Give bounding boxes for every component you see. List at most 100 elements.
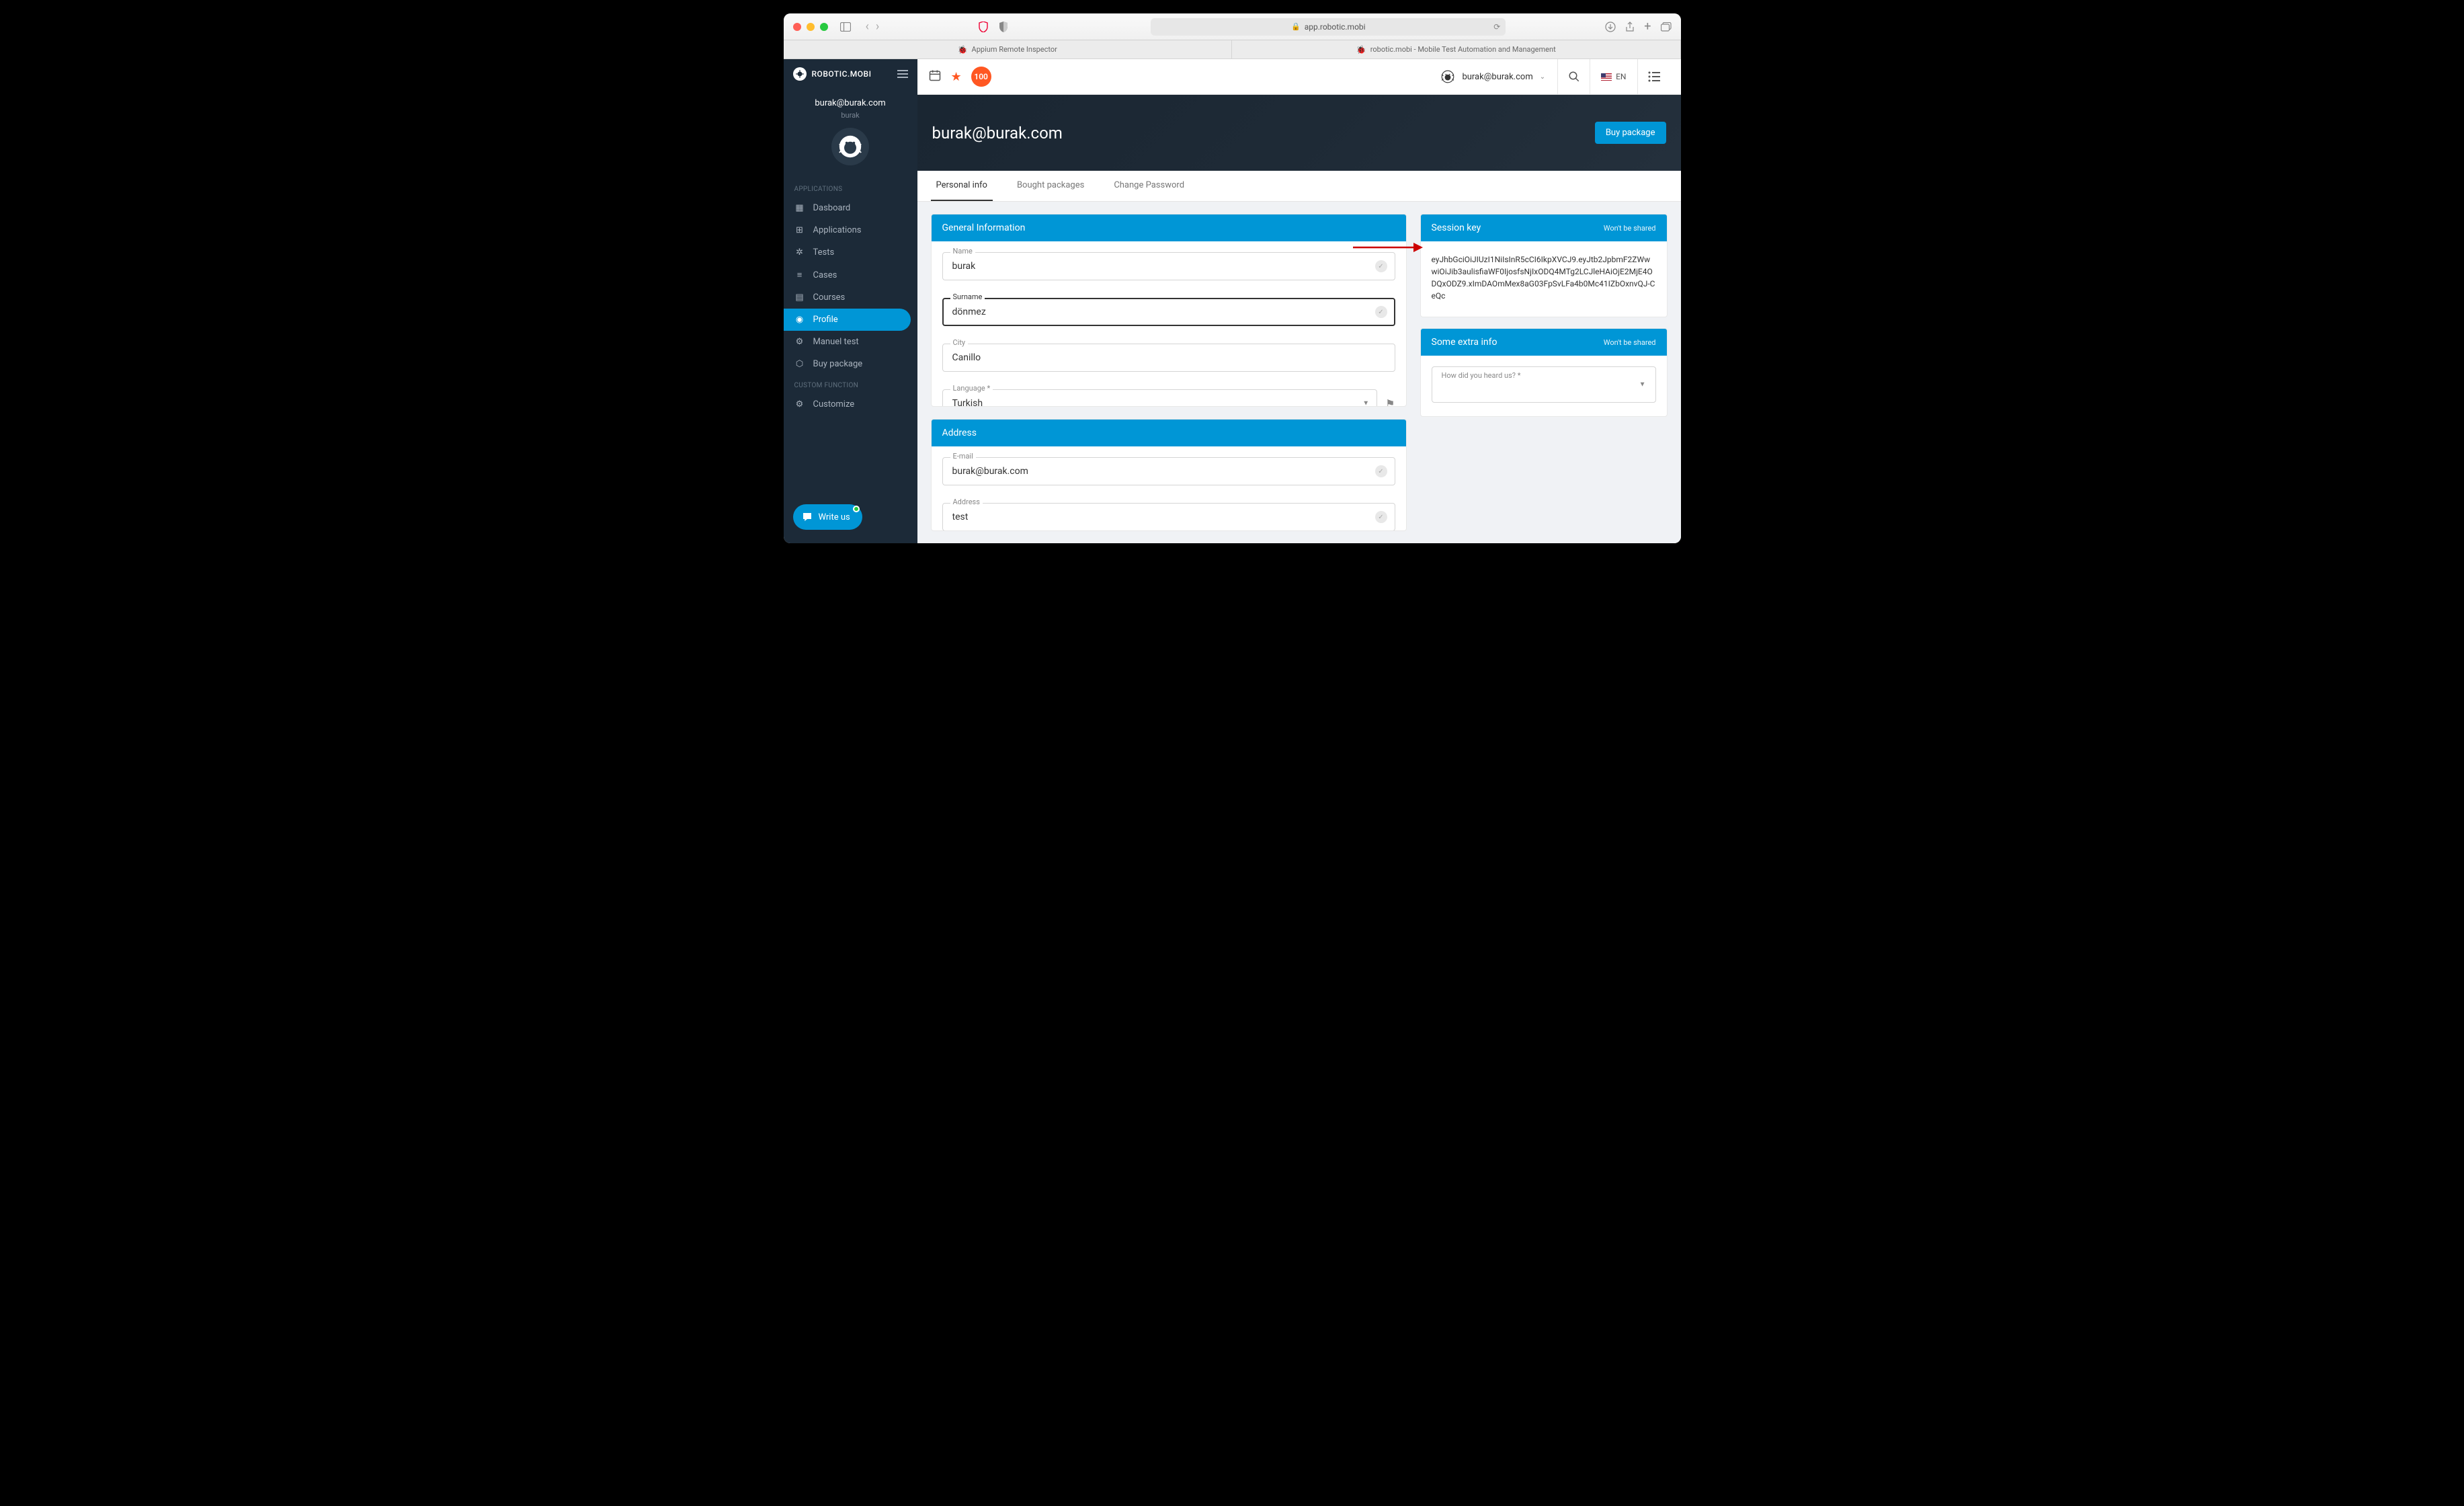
nav-arrows: ‹ › bbox=[866, 19, 880, 34]
right-column: Session key Won't be shared eyJhbGciOiJI… bbox=[1420, 214, 1668, 531]
address-bar[interactable]: 🔒 app.robotic.mobi ⟳ bbox=[1151, 18, 1506, 36]
brand-text: ROBOTIC.MOBI bbox=[812, 69, 872, 79]
card-title: Session key bbox=[1432, 223, 1481, 233]
nav-label: Courses bbox=[813, 292, 846, 303]
address-field-wrapper: Address ✓ bbox=[942, 503, 1395, 531]
sidebar-item-tests[interactable]: ✲ Tests bbox=[784, 241, 917, 264]
name-input[interactable] bbox=[942, 252, 1395, 280]
tab-favicon-icon: 🐞 bbox=[1356, 45, 1366, 54]
general-info-card: General Information Name ✓ Surname bbox=[931, 214, 1407, 407]
tab-bought-packages[interactable]: Bought packages bbox=[1012, 171, 1090, 201]
card-note: Won't be shared bbox=[1604, 224, 1656, 233]
sidebar-item-cases[interactable]: ≡Cases bbox=[784, 264, 917, 286]
minimize-window-button[interactable] bbox=[807, 23, 815, 31]
chevron-down-icon: ▼ bbox=[1362, 400, 1369, 407]
nav-label: Customize bbox=[813, 399, 855, 409]
credit-badge[interactable]: 100 bbox=[971, 67, 991, 87]
address-header: Address bbox=[932, 420, 1406, 446]
tab-label: robotic.mobi - Mobile Test Automation an… bbox=[1370, 45, 1556, 54]
sidebar-user-email: burak@burak.com bbox=[790, 98, 911, 108]
nav-label: Manuel test bbox=[813, 337, 859, 347]
language-select[interactable] bbox=[942, 389, 1378, 407]
user-dropdown[interactable]: burak@burak.com ⌄ bbox=[1428, 59, 1558, 95]
profile-icon: ◉ bbox=[794, 315, 805, 325]
search-button[interactable] bbox=[1558, 59, 1590, 95]
how-heard-label: How did you heard us? * bbox=[1442, 371, 1521, 380]
calendar-icon[interactable] bbox=[928, 69, 942, 85]
browser-titlebar: ‹ › 🔒 app.robotic.mobi ⟳ + bbox=[784, 13, 1681, 40]
session-key-card: Session key Won't be shared eyJhbGciOiJI… bbox=[1420, 214, 1668, 317]
us-flag-icon bbox=[1601, 73, 1612, 81]
toolbar-right-buttons: + bbox=[1605, 19, 1671, 34]
new-tab-icon[interactable]: + bbox=[1644, 19, 1651, 34]
maximize-window-button[interactable] bbox=[820, 23, 828, 31]
dashboard-icon: ▦ bbox=[794, 203, 805, 213]
search-icon bbox=[1568, 71, 1580, 83]
downloads-icon[interactable] bbox=[1605, 22, 1616, 32]
sidebar-item-dashboard[interactable]: ▦Dasboard bbox=[784, 197, 917, 219]
sidebar: ROBOTIC.MOBI burak@burak.com burak APPLI… bbox=[784, 59, 917, 543]
content-tabs: Personal info Bought packages Change Pas… bbox=[917, 171, 1681, 202]
card-title: Some extra info bbox=[1432, 337, 1497, 348]
tests-icon: ✲ bbox=[794, 247, 805, 257]
chat-widget-button[interactable]: Write us bbox=[793, 504, 862, 530]
sidebar-header: ROBOTIC.MOBI bbox=[784, 59, 917, 89]
how-heard-select[interactable]: How did you heard us? * ▼ bbox=[1432, 366, 1656, 403]
nav-label: Tests bbox=[813, 247, 835, 257]
tab-favicon-icon: 🐞 bbox=[958, 45, 968, 54]
general-info-header: General Information bbox=[932, 214, 1406, 241]
sidebar-item-buy-package[interactable]: ⬡Buy package bbox=[784, 353, 917, 375]
privacy-shield-icon[interactable] bbox=[999, 22, 1008, 32]
session-key-value: eyJhbGciOiJIUzI1NiIsInR5cCI6IkpXVCJ9.eyJ… bbox=[1432, 252, 1656, 303]
general-info-body: Name ✓ Surname ✓ City bbox=[932, 241, 1406, 407]
nav-label: Profile bbox=[813, 315, 838, 325]
extra-info-body: How did you heard us? * ▼ bbox=[1421, 356, 1667, 416]
toolbar-left-buttons: ‹ › bbox=[840, 19, 880, 34]
browser-tab-2[interactable]: 🐞 robotic.mobi - Mobile Test Automation … bbox=[1232, 40, 1681, 58]
page-title: burak@burak.com bbox=[932, 124, 1063, 143]
tabs-overview-icon[interactable] bbox=[1661, 22, 1672, 32]
star-icon[interactable]: ★ bbox=[951, 70, 962, 84]
customize-icon: ⚙ bbox=[794, 399, 805, 409]
session-key-header: Session key Won't be shared bbox=[1421, 214, 1667, 241]
back-button[interactable]: ‹ bbox=[866, 19, 869, 34]
manual-test-icon: ⚙ bbox=[794, 337, 805, 347]
forward-button[interactable]: › bbox=[876, 19, 879, 34]
sidebar-toggle-icon[interactable] bbox=[840, 22, 851, 32]
left-column: General Information Name ✓ Surname bbox=[931, 214, 1407, 531]
chevron-down-icon: ⌄ bbox=[1540, 73, 1545, 81]
surname-input[interactable] bbox=[942, 298, 1395, 326]
user-bug-icon bbox=[1440, 69, 1455, 84]
sidebar-item-applications[interactable]: ⊞Applications bbox=[784, 219, 917, 241]
close-window-button[interactable] bbox=[793, 23, 801, 31]
sidebar-item-manual-test[interactable]: ⚙ Manuel test bbox=[784, 331, 917, 353]
sidebar-item-customize[interactable]: ⚙ Customize bbox=[784, 393, 917, 415]
tab-change-password[interactable]: Change Password bbox=[1108, 171, 1190, 201]
city-input[interactable] bbox=[942, 344, 1395, 372]
email-input[interactable] bbox=[942, 457, 1395, 485]
settings-menu-button[interactable] bbox=[1638, 59, 1670, 95]
surname-label: Surname bbox=[950, 292, 985, 301]
buy-package-button[interactable]: Buy package bbox=[1595, 122, 1666, 144]
chat-icon bbox=[801, 511, 813, 523]
card-note: Won't be shared bbox=[1604, 338, 1656, 347]
language-label: EN bbox=[1616, 72, 1626, 81]
language-label: Language * bbox=[950, 384, 993, 393]
online-dot-icon bbox=[853, 506, 860, 512]
hamburger-icon[interactable] bbox=[897, 70, 908, 78]
language-selector[interactable]: EN bbox=[1590, 59, 1637, 95]
browser-tab-1[interactable]: 🐞 Appium Remote Inspector bbox=[784, 40, 1233, 58]
flag-button[interactable]: ⚑ bbox=[1385, 397, 1395, 407]
sidebar-item-courses[interactable]: ▤Courses bbox=[784, 286, 917, 309]
shield-icon[interactable] bbox=[979, 22, 988, 32]
share-icon[interactable] bbox=[1625, 22, 1635, 32]
reload-icon[interactable]: ⟳ bbox=[1493, 22, 1500, 32]
sidebar-avatar[interactable] bbox=[831, 128, 869, 165]
brand-logo[interactable]: ROBOTIC.MOBI bbox=[793, 67, 872, 81]
sidebar-item-profile[interactable]: ◉ Profile bbox=[784, 309, 911, 331]
browser-tabs: 🐞 Appium Remote Inspector 🐞 robotic.mobi… bbox=[784, 40, 1681, 59]
tab-personal-info[interactable]: Personal info bbox=[931, 171, 993, 201]
address-input[interactable] bbox=[942, 503, 1395, 531]
nav-label: Cases bbox=[813, 270, 837, 280]
applications-icon: ⊞ bbox=[794, 225, 805, 235]
